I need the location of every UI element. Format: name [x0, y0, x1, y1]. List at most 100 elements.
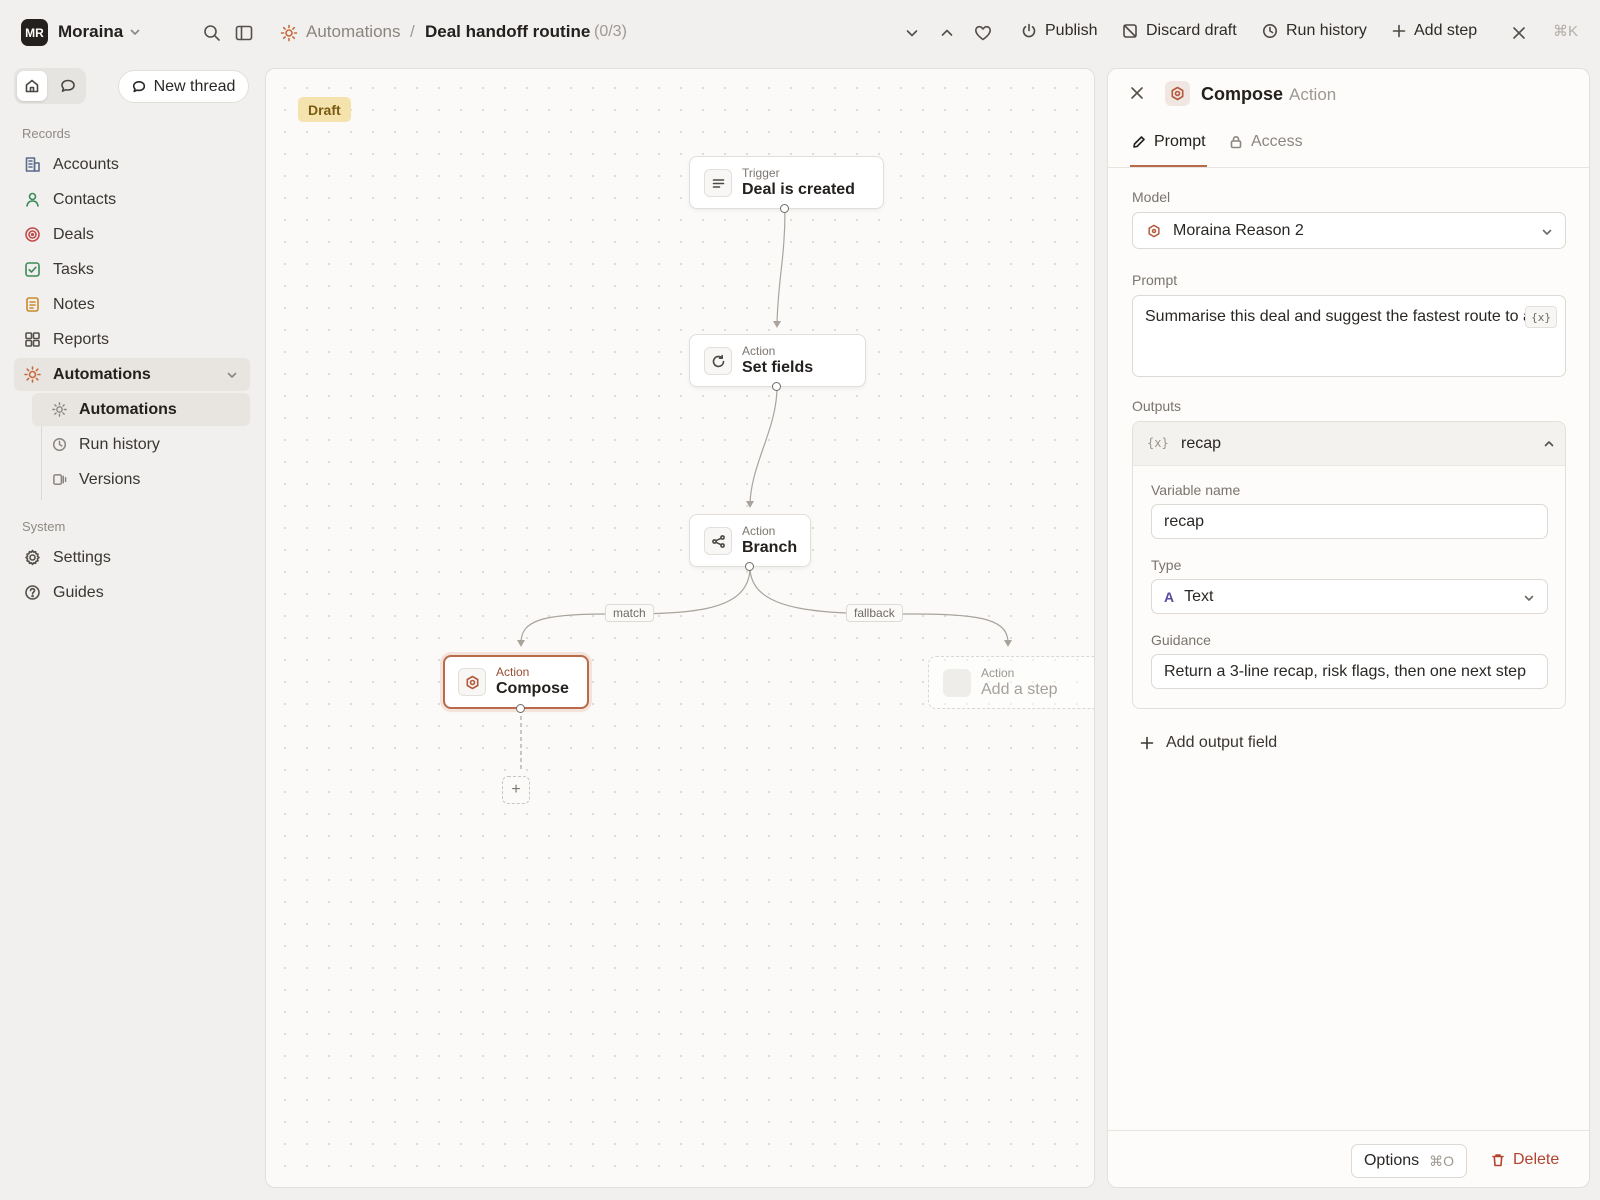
sidebar-subitem-label: Run history	[79, 435, 160, 453]
refresh-icon	[704, 347, 732, 375]
node-set-fields[interactable]: Action Set fields	[689, 334, 866, 387]
chevron-down-icon	[1542, 229, 1552, 235]
plus-icon	[1392, 24, 1406, 38]
model-select[interactable]: Moraina Reason 2	[1132, 212, 1566, 249]
prompt-textarea[interactable]: Summarise this deal and suggest the fast…	[1132, 295, 1566, 377]
sidebar-item-tasks[interactable]: Tasks	[14, 253, 250, 286]
panel-title: Compose	[1201, 84, 1284, 104]
type-select[interactable]: A Text	[1151, 579, 1548, 614]
home-tab[interactable]	[17, 71, 47, 101]
new-thread-button[interactable]: New thread	[118, 70, 249, 103]
sidebar-item-deals[interactable]: Deals	[14, 218, 250, 251]
search-icon[interactable]	[203, 24, 221, 42]
workspace-name[interactable]: Moraina	[58, 22, 123, 42]
tab-access-label: Access	[1251, 133, 1303, 150]
sidebar-item-label: Tasks	[53, 260, 94, 278]
sidebar-subitem-versions[interactable]: Versions	[32, 463, 250, 496]
options-button[interactable]: Options ⌘O	[1351, 1144, 1467, 1178]
system-section-title: System	[22, 519, 66, 534]
share-branch-icon	[704, 527, 732, 555]
step-inspector-panel: Compose Action Prompt Access Model Morai…	[1107, 68, 1590, 1188]
chevron-up-icon[interactable]	[1543, 438, 1555, 450]
discard-draft-button[interactable]: Discard draft	[1122, 22, 1237, 40]
node-output-port[interactable]	[745, 562, 754, 571]
sidebar-item-label: Deals	[53, 225, 94, 243]
tab-access[interactable]: Access	[1229, 133, 1303, 151]
sidebar-item-guides[interactable]: Guides	[14, 576, 250, 609]
type-label: Type	[1151, 557, 1182, 573]
model-value: Moraina Reason 2	[1173, 221, 1304, 239]
sidebar-subitem-automations[interactable]: Automations	[32, 393, 250, 426]
arrow-head	[773, 321, 781, 328]
sidebar-subitem-label: Automations	[79, 400, 177, 418]
sidebar-item-label: Contacts	[53, 190, 117, 208]
arrow-head	[1004, 640, 1012, 647]
text-type-icon: A	[1164, 588, 1175, 605]
tab-divider	[1108, 167, 1589, 168]
sidebar-group-automations[interactable]: Automations	[14, 358, 250, 391]
compose-hexagon-icon	[458, 668, 486, 696]
node-title: Branch	[742, 539, 798, 556]
node-type-label: Action	[742, 344, 776, 358]
power-icon	[1022, 23, 1036, 38]
checkbox-icon	[25, 262, 40, 277]
add-output-field-label: Add output field	[1166, 734, 1278, 751]
workspace-logo[interactable]: MR	[21, 19, 48, 46]
insert-variable-button[interactable]: {x}	[1525, 306, 1557, 328]
sidebar-item-settings[interactable]: Settings	[14, 541, 250, 574]
edge-setfields-to-branch	[749, 386, 778, 505]
chevron-down-icon[interactable]	[226, 369, 238, 381]
sidebar-item-notes[interactable]: Notes	[14, 288, 250, 321]
sidebar-toggle-icon[interactable]	[235, 24, 253, 42]
threads-tab[interactable]	[53, 71, 83, 101]
guidance-input[interactable]: Return a 3-line recap, risk flags, then …	[1151, 654, 1548, 689]
add-step-node-button[interactable]: +	[502, 776, 530, 804]
node-branch[interactable]: Action Branch	[689, 514, 811, 567]
node-trigger[interactable]: Trigger Deal is created	[689, 156, 884, 209]
empty-step-icon	[943, 669, 971, 697]
heart-icon[interactable]	[974, 24, 992, 42]
add-step-button[interactable]: Add step	[1392, 22, 1477, 40]
close-icon[interactable]	[1130, 86, 1144, 100]
publish-button[interactable]: Publish	[1021, 22, 1097, 40]
node-compose[interactable]: Action Compose	[443, 655, 589, 709]
model-label: Model	[1132, 189, 1171, 205]
sidebar-item-contacts[interactable]: Contacts	[14, 183, 250, 216]
variable-name-label: Variable name	[1151, 482, 1241, 498]
sun-icon	[52, 402, 67, 417]
pencil-icon	[1133, 136, 1145, 148]
tab-prompt[interactable]: Prompt	[1132, 133, 1206, 151]
sidebar-item-accounts[interactable]: Accounts	[14, 148, 250, 181]
model-hexagon-icon	[1148, 224, 1160, 237]
breadcrumb-separator: /	[410, 22, 415, 41]
close-icon[interactable]	[1512, 26, 1526, 40]
breadcrumb-parent[interactable]: Automations	[306, 22, 401, 42]
node-add-step-placeholder[interactable]: Action Add a step	[928, 656, 1094, 709]
variable-name-input[interactable]: recap	[1151, 504, 1548, 539]
node-title: Deal is created	[742, 181, 855, 198]
node-type-label: Action	[496, 665, 530, 679]
person-icon	[26, 192, 39, 207]
options-label: Options	[1363, 1152, 1420, 1169]
new-thread-label: New thread	[153, 77, 236, 95]
chevron-down-icon[interactable]	[904, 25, 920, 41]
sidebar-subitem-run-history[interactable]: Run history	[32, 428, 250, 461]
clock-icon	[1263, 24, 1277, 38]
node-output-port[interactable]	[772, 382, 781, 391]
node-type-label: Trigger	[742, 166, 780, 180]
top-bar: MR Moraina Automations / Deal handoff ro…	[0, 0, 1600, 66]
run-history-button[interactable]: Run history	[1262, 22, 1367, 40]
node-output-port[interactable]	[516, 704, 525, 713]
chevron-up-icon[interactable]	[939, 25, 955, 41]
help-icon	[25, 585, 40, 600]
workflow-canvas[interactable]: Draft match fallback Trigger Deal is cre…	[265, 68, 1095, 1188]
node-output-port[interactable]	[780, 204, 789, 213]
add-output-field-button[interactable]: Add output field	[1140, 734, 1277, 752]
compose-hexagon-icon	[1165, 81, 1190, 106]
sidebar-item-reports[interactable]: Reports	[14, 323, 250, 356]
sun-icon	[24, 366, 41, 383]
delete-button[interactable]: Delete	[1491, 1151, 1559, 1169]
automations-sun-icon	[280, 24, 298, 42]
output-field-header[interactable]: {x} recap	[1133, 422, 1565, 466]
chevron-down-icon[interactable]	[129, 26, 141, 38]
